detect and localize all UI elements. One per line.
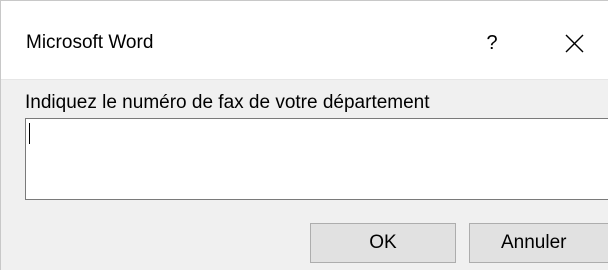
title-bar: Microsoft Word ? (1, 1, 608, 80)
ok-button[interactable]: OK (310, 223, 456, 263)
window-title: Microsoft Word (26, 32, 154, 53)
prompt-label: Indiquez le numéro de fax de votre dépar… (25, 92, 430, 113)
input-dialog: Microsoft Word ? Indiquez le numéro de f… (0, 0, 608, 270)
cancel-button[interactable]: Annuler (469, 223, 608, 263)
fax-number-input[interactable] (25, 118, 608, 200)
text-caret (29, 123, 30, 144)
help-button[interactable]: ? (467, 21, 517, 65)
close-button[interactable] (551, 21, 601, 65)
close-icon (565, 34, 584, 53)
